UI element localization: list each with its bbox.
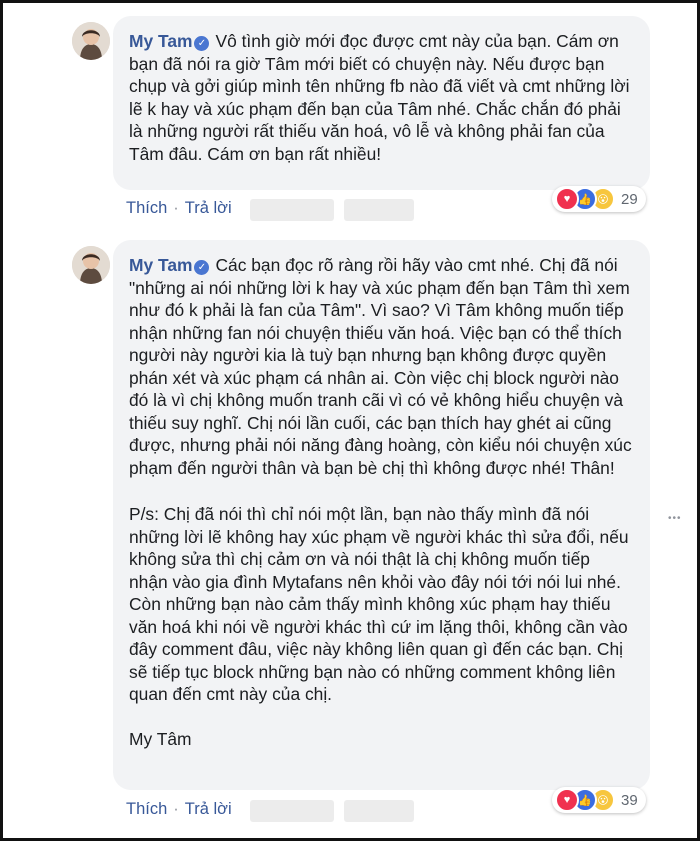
- like-link[interactable]: Thích: [126, 800, 167, 818]
- love-reaction-icon: ♥: [555, 187, 579, 211]
- comment-text: My Tam ✓ Các bạn đọc rõ ràng rồi hãy vào c…: [129, 254, 632, 479]
- comment-actions: Thích · Trả lời: [126, 199, 232, 218]
- love-reaction-icon: ♥: [555, 788, 579, 812]
- avatar-photo: [72, 246, 110, 284]
- comment-bubble: My Tam ✓ Các bạn đọc rõ ràng rồi hãy vào c…: [113, 240, 650, 790]
- avatar-photo: [72, 22, 110, 60]
- comment-signature: My Tâm: [129, 728, 192, 749]
- reply-link[interactable]: Trả lời: [185, 800, 232, 818]
- comment-bubble: My Tam ✓ Vô tình giờ mới đọc được cmt này …: [113, 16, 650, 190]
- timestamp-redacted: [250, 800, 334, 822]
- comment-text: My Tam ✓ Vô tình giờ mới đọc được cmt này …: [129, 30, 632, 165]
- like-link[interactable]: Thích: [126, 199, 167, 217]
- separator-dot: ·: [173, 199, 179, 217]
- timestamp-redacted: [250, 199, 334, 221]
- more-options-icon[interactable]: •••: [668, 513, 682, 524]
- avatar[interactable]: [72, 246, 110, 284]
- reaction-count: 39: [621, 791, 638, 809]
- comment-actions: Thích · Trả lời: [126, 800, 232, 819]
- author-name[interactable]: My Tam: [129, 31, 192, 51]
- comment-paragraph: Vô tình giờ mới đọc được cmt này của bạn…: [129, 31, 630, 164]
- reactions-summary[interactable]: ♥ 👍 😮 29: [552, 186, 646, 212]
- comment-paragraph: Các bạn đọc rõ ràng rồi hãy vào cmt nhé.…: [129, 255, 632, 478]
- verified-badge-icon: ✓: [194, 260, 210, 275]
- reply-link[interactable]: Trả lời: [185, 199, 232, 217]
- timestamp-redacted: [344, 800, 414, 822]
- verified-badge-icon: ✓: [194, 36, 210, 51]
- timestamp-redacted: [344, 199, 414, 221]
- reactions-summary[interactable]: ♥ 👍 😮 39: [552, 787, 646, 813]
- avatar[interactable]: [72, 22, 110, 60]
- author-name[interactable]: My Tam: [129, 255, 192, 275]
- comment-paragraph: P/s: Chị đã nói thì chỉ nói một lần, bạn…: [129, 504, 629, 704]
- reaction-count: 29: [621, 190, 638, 208]
- separator-dot: ·: [173, 800, 179, 818]
